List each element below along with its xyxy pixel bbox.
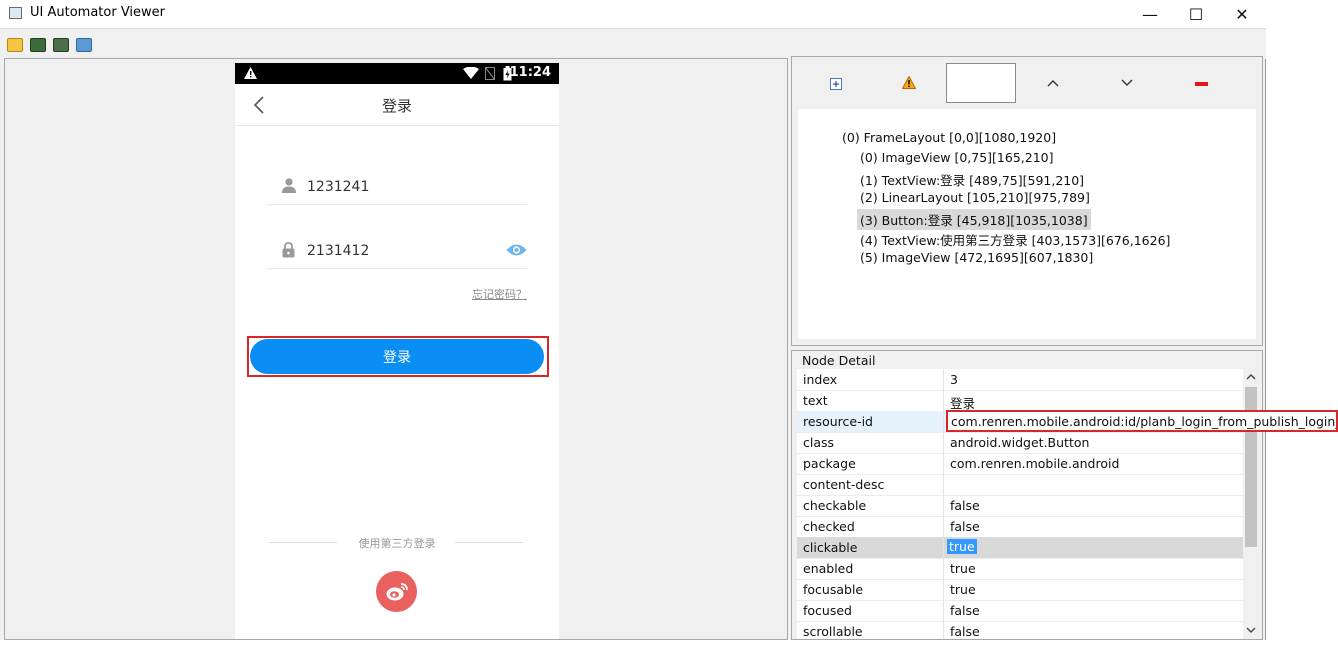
- detail-value[interactable]: android.widget.Button: [950, 435, 1089, 450]
- maximize-button[interactable]: ☐: [1173, 0, 1219, 28]
- third-party-divider-right: [455, 542, 523, 543]
- username-underline: [267, 204, 527, 205]
- previous-result-chevron-up-icon[interactable]: [1047, 79, 1059, 87]
- tree-node[interactable]: (0) ImageView [0,75][165,210]: [860, 150, 1054, 165]
- detail-row-checkable[interactable]: checkable false: [797, 495, 1243, 517]
- save-icon[interactable]: [76, 38, 92, 52]
- detail-value[interactable]: false: [950, 498, 980, 513]
- title-bar: UI Automator Viewer — ☐ ✕: [0, 0, 1266, 28]
- tree-node-selected[interactable]: (3) Button:登录 [45,918][1035,1038]: [857, 209, 1091, 230]
- tree-node[interactable]: (4) TextView:使用第三方登录 [403,1573][676,1626…: [860, 230, 1170, 249]
- tree-node[interactable]: (1) TextView:登录 [489,75][591,210]: [860, 170, 1084, 189]
- detail-value[interactable]: 3: [950, 372, 958, 387]
- status-bar: 11:24: [235, 63, 559, 84]
- scroll-down-chevron-icon[interactable]: [1246, 627, 1256, 634]
- username-input[interactable]: 1231241: [307, 179, 369, 195]
- minimize-button[interactable]: —: [1127, 0, 1173, 28]
- device-screenshot-panel: 11:24 登录 1231241 2131412 忘记密码？ 登录 使用第三方登…: [4, 58, 788, 640]
- app-window: UI Automator Viewer — ☐ ✕ 11:24 登录 12312…: [0, 0, 1266, 648]
- expand-all-icon[interactable]: [830, 78, 842, 90]
- bottom-background-strip: [0, 640, 1338, 648]
- detail-key: focused: [803, 603, 852, 618]
- next-result-chevron-down-icon[interactable]: [1121, 79, 1133, 87]
- wifi-icon: [463, 67, 479, 79]
- detail-key: index: [803, 372, 838, 387]
- detail-key: content-desc: [803, 477, 885, 492]
- toolbar: [0, 28, 1266, 59]
- detail-key: resource-id: [803, 414, 873, 429]
- toggle-nafs-warning-icon[interactable]: [902, 76, 916, 89]
- tree-node[interactable]: (5) ImageView [472,1695][607,1830]: [860, 250, 1093, 265]
- detail-value[interactable]: false: [950, 624, 980, 639]
- detail-value[interactable]: com.renren.mobile.android: [950, 456, 1119, 471]
- lock-icon: [282, 242, 295, 258]
- detail-row-focused[interactable]: focused false: [797, 600, 1243, 622]
- scroll-up-chevron-icon[interactable]: [1246, 373, 1256, 380]
- detail-key: focusable: [803, 582, 864, 597]
- selected-node-highlight: [247, 336, 549, 377]
- node-detail-title: Node Detail: [802, 353, 876, 368]
- hierarchy-panel: (0) FrameLayout [0,0][1080,1920] (0) Ima…: [791, 56, 1263, 346]
- weibo-login-button[interactable]: [376, 571, 417, 612]
- tree-node[interactable]: (2) LinearLayout [105,210][975,789]: [860, 190, 1090, 205]
- window-title: UI Automator Viewer: [30, 5, 166, 20]
- tree-node-root[interactable]: (0) FrameLayout [0,0][1080,1920]: [842, 130, 1056, 145]
- password-underline: [267, 268, 527, 269]
- user-icon: [282, 178, 296, 193]
- app-icon: [9, 7, 22, 19]
- warning-icon: [244, 67, 257, 79]
- node-detail-panel: Node Detail index 3 text 登录 resource-id cl…: [791, 350, 1263, 640]
- search-input[interactable]: [946, 63, 1016, 103]
- close-button[interactable]: ✕: [1219, 0, 1265, 28]
- detail-key: checked: [803, 519, 855, 534]
- detail-row-content-desc[interactable]: content-desc: [797, 474, 1243, 496]
- third-party-login-label: 使用第三方登录: [358, 537, 436, 550]
- detail-row-package[interactable]: package com.renren.mobile.android: [797, 453, 1243, 475]
- detail-key: package: [803, 456, 856, 471]
- detail-value[interactable]: true: [950, 561, 976, 576]
- detail-key: text: [803, 393, 828, 408]
- detail-key: scrollable: [803, 624, 863, 639]
- detail-row-clickable[interactable]: clickable true: [797, 537, 1243, 559]
- open-folder-icon[interactable]: [7, 38, 23, 52]
- no-sim-icon: [485, 67, 495, 80]
- detail-key: clickable: [803, 540, 858, 555]
- phone-screen: 11:24 登录 1231241 2131412 忘记密码？ 登录 使用第三方登…: [235, 63, 559, 639]
- detail-row-index[interactable]: index 3: [797, 369, 1243, 391]
- device-screenshot-compressed-icon[interactable]: [53, 38, 69, 52]
- detail-row-focusable[interactable]: focusable true: [797, 579, 1243, 601]
- show-password-eye-icon[interactable]: [506, 243, 527, 257]
- detail-value-selected[interactable]: true: [947, 539, 977, 554]
- detail-row-scrollable[interactable]: scrollable false: [797, 621, 1243, 639]
- detail-value[interactable]: false: [950, 519, 980, 534]
- header-title: 登录: [381, 97, 412, 115]
- detail-row-text[interactable]: text 登录: [797, 390, 1243, 412]
- clear-search-minus-icon[interactable]: [1195, 82, 1208, 86]
- detail-row-enabled[interactable]: enabled true: [797, 558, 1243, 580]
- detail-key: enabled: [803, 561, 854, 576]
- resource-id-value-editor[interactable]: com.renren.mobile.android:id/planb_login…: [946, 410, 1338, 432]
- device-screenshot-icon[interactable]: [30, 38, 46, 52]
- status-time: 11:24: [509, 65, 551, 80]
- forgot-password-link[interactable]: 忘记密码？: [472, 286, 527, 302]
- app-header: 登录: [235, 84, 559, 126]
- password-input[interactable]: 2131412: [307, 243, 369, 259]
- hierarchy-tree: (0) FrameLayout [0,0][1080,1920] (0) Ima…: [798, 109, 1256, 339]
- detail-value[interactable]: false: [950, 603, 980, 618]
- detail-key: class: [803, 435, 835, 450]
- detail-value[interactable]: true: [950, 582, 976, 597]
- weibo-icon: [386, 583, 408, 601]
- detail-row-class[interactable]: class android.widget.Button: [797, 432, 1243, 454]
- detail-row-checked[interactable]: checked false: [797, 516, 1243, 538]
- detail-key: checkable: [803, 498, 867, 513]
